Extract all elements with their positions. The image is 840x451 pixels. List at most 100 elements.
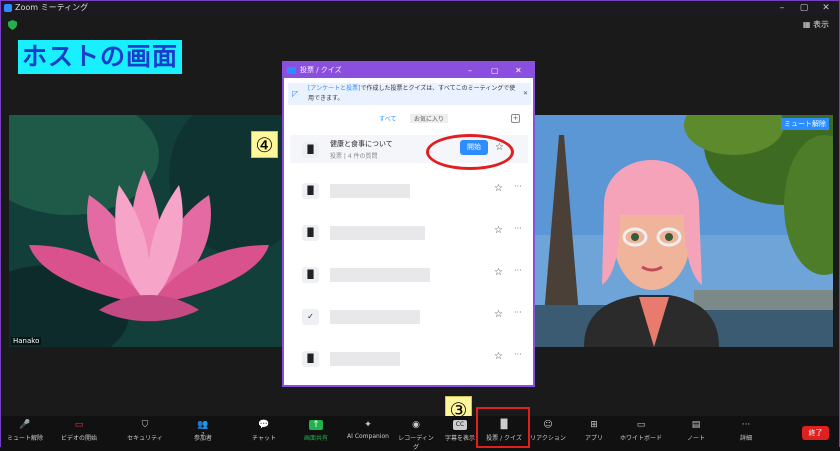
unmute-request-tag[interactable]: ミュート解除 [781, 118, 829, 130]
avatar-image [534, 115, 833, 347]
notes-icon: ▤ [691, 420, 701, 430]
security-shield-icon [8, 20, 17, 30]
toolbar-label: リアクション [530, 435, 566, 442]
more-options-icon[interactable]: ··· [514, 308, 522, 317]
poll-bar-chart-icon: ▐▌ [302, 225, 319, 241]
more-options-icon[interactable]: ··· [514, 182, 522, 191]
more-options-icon[interactable]: ··· [514, 350, 522, 359]
blurred-poll-title [330, 352, 400, 366]
end-meeting-button[interactable]: 終了 [802, 426, 829, 440]
favorite-star-icon[interactable]: ☆ [494, 351, 503, 362]
poll-list-item[interactable]: ▐▌ ☆ ··· [294, 176, 526, 204]
favorite-star-icon[interactable]: ☆ [494, 183, 503, 194]
favorite-star-icon[interactable]: ☆ [494, 225, 503, 236]
poll-button-highlight [476, 407, 530, 448]
blurred-poll-title [330, 184, 410, 198]
mic-muted-icon: 🎤 [19, 420, 31, 430]
more-options-icon[interactable]: ··· [514, 266, 522, 275]
share-screen-icon: ↑ [309, 420, 323, 430]
toolbar-label: 詳細 [739, 435, 752, 442]
host-screen-label: ホストの画面 [18, 40, 183, 74]
blurred-poll-title [330, 310, 420, 324]
poll-list-item[interactable]: ✓ ☆ ··· [294, 302, 526, 330]
view-button[interactable]: ▦ 表示 [803, 19, 829, 30]
poll-list-item[interactable]: ▐▌ ☆ ··· [294, 218, 526, 246]
maximize-button[interactable]: ▢ [793, 1, 815, 15]
dialog-maximize-button[interactable]: ▢ [491, 63, 499, 78]
view-label: 表示 [813, 20, 829, 29]
add-poll-icon[interactable]: + [511, 114, 520, 123]
poll-bar-chart-icon: ▐▌ [302, 142, 319, 158]
tab-favorites[interactable]: お気に入り [410, 114, 449, 123]
toolbar-label: AI Companion [347, 433, 389, 440]
blurred-poll-title [330, 268, 430, 282]
poll-list-item[interactable]: ▐▌ ☆ ··· [294, 260, 526, 288]
survey-poll-link[interactable]: [アンケートと投票] [308, 85, 360, 92]
whiteboard-icon: ▭ [636, 420, 646, 430]
reaction-button[interactable]: ☺ リアクション [529, 420, 567, 442]
participant-video-avatar[interactable] [534, 115, 833, 347]
participants-icon: 👥2 [197, 420, 209, 438]
chat-icon: 💬 [258, 420, 270, 430]
info-icon: ◸ [292, 89, 299, 98]
apps-icon: ⊞ [590, 420, 598, 430]
poll-bar-chart-icon: ▐▌ [302, 267, 319, 283]
toolbar-label: 参加者 [193, 435, 212, 442]
toolbar-label: 画面共有 [303, 435, 328, 442]
notes-button[interactable]: ▤ ノート [681, 420, 711, 442]
zoom-logo-icon [287, 67, 296, 74]
minimize-button[interactable]: – [771, 1, 793, 15]
record-icon: ◉ [412, 420, 420, 430]
window-title: Zoom ミーティング [15, 3, 89, 12]
blurred-poll-title [330, 226, 425, 240]
zoom-window: Zoom ミーティング – ▢ ✕ ▦ 表示 ホストの画面 Hanako ミュー… [0, 0, 840, 451]
meeting-toolbar: 🎤 ミュート解除 ▭ ビデオの開始 ⛉ セキュリティ 👥2 参加者 💬 チャット… [1, 416, 839, 451]
reaction-icon: ☺ [543, 420, 553, 430]
participants-button[interactable]: 👥2 参加者 [185, 420, 221, 442]
zoom-logo-icon [4, 4, 12, 12]
dialog-close-button[interactable]: ✕ [515, 63, 522, 78]
toolbar-label: アプリ [584, 435, 603, 442]
whiteboard-button[interactable]: ▭ ホワイトボード [617, 420, 665, 442]
favorite-star-icon[interactable]: ☆ [494, 267, 503, 278]
apps-button[interactable]: ⊞ アプリ [579, 420, 609, 442]
toolbar-label: ミュート解除 [6, 435, 43, 442]
poll-list-item[interactable]: ▐▌ ☆ ··· [294, 344, 526, 372]
toolbar-label: 字幕を表示 [444, 435, 475, 442]
more-button[interactable]: ··· 詳細 [731, 420, 761, 442]
toolbar-label: ビデオの開始 [60, 435, 97, 442]
captions-button[interactable]: CC 字幕を表示 [441, 420, 479, 442]
favorite-star-icon[interactable]: ☆ [494, 309, 503, 320]
toolbar-label: ホワイトボード [619, 435, 662, 442]
quiz-check-icon: ✓ [302, 309, 319, 325]
dialog-minimize-button[interactable]: – [468, 63, 472, 78]
toolbar-label: ノート [686, 435, 705, 442]
dialog-title-bar: 投票 / クイズ – ▢ ✕ [284, 63, 533, 78]
start-button-highlight [426, 134, 514, 170]
participant-name-tag: Hanako [11, 337, 42, 345]
toolbar-label: レコーディング [398, 435, 434, 451]
toolbar-label: チャット [252, 435, 276, 442]
unmute-button[interactable]: 🎤 ミュート解除 [5, 420, 45, 442]
poll-bar-chart-icon: ▐▌ [302, 183, 319, 199]
start-video-button[interactable]: ▭ ビデオの開始 [59, 420, 99, 442]
camera-off-icon: ▭ [74, 420, 84, 430]
title-bar: Zoom ミーティング – ▢ ✕ [1, 1, 839, 15]
tab-all[interactable]: すべて [379, 114, 396, 123]
security-button[interactable]: ⛉ セキュリティ [125, 420, 165, 442]
share-screen-button[interactable]: ↑ 画面共有 [298, 420, 334, 442]
record-button[interactable]: ◉ レコーディング [396, 420, 436, 451]
dialog-title: 投票 / クイズ [300, 66, 342, 74]
info-close-icon[interactable]: ✕ [523, 89, 528, 99]
poll-title: 健康と食事について [330, 140, 393, 148]
more-icon: ··· [741, 420, 751, 430]
step-badge-4: ④ [251, 131, 278, 158]
close-button[interactable]: ✕ [815, 1, 837, 15]
more-options-icon[interactable]: ··· [514, 224, 522, 233]
ai-companion-button[interactable]: ✦ AI Companion [343, 420, 393, 440]
ai-companion-icon: ✦ [364, 420, 372, 430]
grid-icon: ▦ [802, 20, 811, 29]
participant-video-hanako[interactable] [9, 115, 283, 347]
chat-button[interactable]: 💬 チャット [246, 420, 282, 442]
shield-icon: ⛉ [141, 420, 149, 430]
